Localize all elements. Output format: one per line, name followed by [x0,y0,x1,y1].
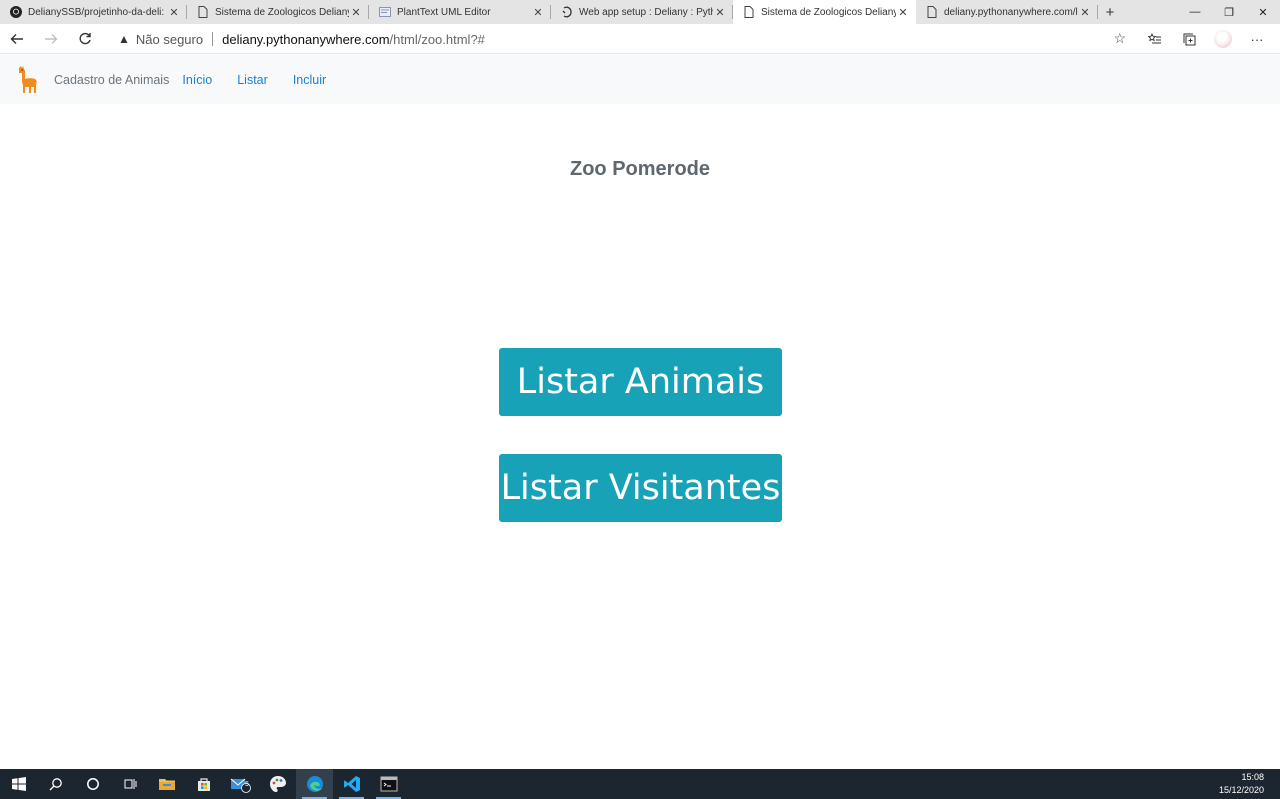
file-explorer-icon[interactable] [148,769,185,799]
mail-icon[interactable]: 5 [222,769,259,799]
vscode-icon[interactable] [333,769,370,799]
minimize-icon[interactable]: — [1178,0,1212,24]
refresh-icon[interactable] [68,24,102,54]
url-path: /html/zoo.html?# [389,31,485,47]
restore-icon[interactable]: ❐ [1212,0,1246,24]
terminal-icon[interactable] [370,769,407,799]
tab-close-icon[interactable]: ✕ [167,6,181,19]
nav-link-listar[interactable]: Listar [237,73,268,87]
close-window-icon[interactable]: ✕ [1246,0,1280,24]
address-divider [212,32,214,46]
browser-tab[interactable]: Web app setup : Deliany : Pythor ✕ [551,0,733,24]
collections-icon[interactable] [1172,24,1206,54]
tab-close-icon[interactable]: ✕ [896,6,910,19]
store-icon[interactable] [185,769,222,799]
browser-right-tools: ··· [1138,24,1274,54]
page-icon [926,6,938,18]
pythonanywhere-icon [561,6,573,18]
windows-start-icon[interactable] [0,769,37,799]
page-icon [197,6,209,18]
page-title: Zoo Pomerode [569,158,710,180]
browser-tab-active[interactable]: Sistema de Zoologicos Deliany ✕ [733,0,916,24]
tab-title: DelianySSB/projetinho-da-deli: S [28,6,167,18]
listar-animais-button[interactable]: Listar Animais [499,348,782,416]
planttext-icon [379,6,391,18]
tab-close-icon[interactable]: ✕ [1078,6,1092,19]
site-brand[interactable]: Cadastro de Animais [54,73,169,87]
cortana-icon[interactable] [74,769,111,799]
mail-badge: 5 [245,781,249,788]
tab-close-icon[interactable]: ✕ [349,6,363,19]
url-host: deliany.pythonanywhere.com [222,31,390,47]
back-arrow-icon[interactable] [0,24,34,54]
listar-visitantes-button[interactable]: Listar Visitantes [499,454,782,522]
paint-3d-icon[interactable] [259,769,296,799]
search-icon[interactable] [37,769,74,799]
edge-browser-icon[interactable] [296,769,333,799]
profile-avatar[interactable] [1214,30,1232,48]
security-label[interactable]: Não seguro [136,32,203,47]
forward-arrow-icon[interactable] [34,24,68,54]
llama-logo-icon[interactable] [13,65,41,95]
clock-time: 15:08 [1241,772,1264,782]
browser-toolbar: ▲ Não seguro deliany.pythonanywhere.com /… [0,24,1280,54]
browser-tab[interactable]: DelianySSB/projetinho-da-deli: S ✕ [0,0,187,24]
clock-date: 15/12/2020 [1218,785,1264,795]
more-menu-icon[interactable]: ··· [1240,24,1274,54]
window-controls: — ❐ ✕ [1178,0,1280,24]
browser-tab[interactable]: PlantText UML Editor ✕ [369,0,551,24]
tab-title: deliany.pythonanywhere.com/lis [944,6,1078,18]
warning-triangle-icon[interactable]: ▲ [118,32,130,46]
nav-link-inicio[interactable]: Início [182,73,212,87]
browser-tab[interactable]: Sistema de Zoologicos Deliany ✕ [187,0,369,24]
browser-tab[interactable]: deliany.pythonanywhere.com/lis ✕ [916,0,1098,24]
favorites-list-icon[interactable] [1138,24,1172,54]
browser-tab-strip: DelianySSB/projetinho-da-deli: S ✕ Siste… [0,0,1280,24]
nav-link-incluir[interactable]: Incluir [293,73,326,87]
tab-close-icon[interactable]: ✕ [531,6,545,19]
new-tab-plus-icon[interactable]: + [1098,0,1122,24]
tab-title: Web app setup : Deliany : Pythor [579,6,713,18]
taskbar-clock[interactable]: 15:08 15/12/2020 [1219,771,1264,797]
page-icon [743,6,755,18]
tab-close-icon[interactable]: ✕ [713,6,727,19]
tab-title: Sistema de Zoologicos Deliany [215,6,349,18]
favorite-star-icon[interactable]: ☆ [1113,30,1126,47]
address-bar[interactable]: ▲ Não seguro deliany.pythonanywhere.com /… [110,27,1136,51]
github-icon [10,6,22,18]
task-view-icon[interactable] [111,769,148,799]
windows-taskbar: 5 15:08 15/12/2020 [0,769,1280,799]
tab-title: PlantText UML Editor [397,6,491,18]
tab-title: Sistema de Zoologicos Deliany [761,6,896,18]
site-navbar: Cadastro de Animais Início Listar Inclui… [0,55,1280,104]
